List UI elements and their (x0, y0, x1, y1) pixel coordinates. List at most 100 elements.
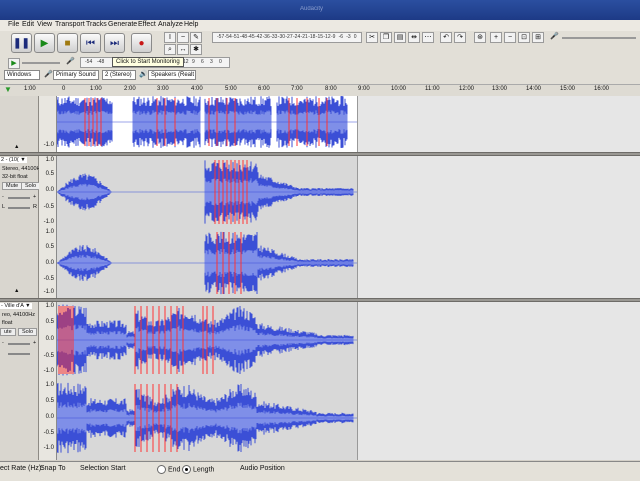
track2-solo-button[interactable]: Solo (21, 182, 41, 190)
track3-gain-slider[interactable] (8, 343, 30, 345)
track3-name-button[interactable]: - Ville d'A ▼ (0, 303, 32, 309)
trim-button[interactable]: ⇹ (408, 32, 420, 43)
timeshift-icon: ↔ (179, 46, 187, 53)
zoom-out-icon: − (507, 34, 513, 41)
ruler-tick: 4:00 (191, 86, 203, 92)
end-radio[interactable]: End (157, 465, 180, 474)
draw-tool[interactable]: ✎ (190, 32, 202, 43)
scale-label: 0.5 (45, 244, 54, 250)
track3-info-rate: reo, 44100Hz (2, 312, 36, 318)
multi-tool[interactable]: ✱ (190, 44, 202, 55)
snap-to-label: Snap To (40, 465, 66, 472)
meter-tick: -57 (217, 34, 225, 40)
menu-edit[interactable]: Edit (22, 21, 34, 28)
multi-tool-icon: ✱ (193, 46, 199, 53)
playback-meter[interactable]: -57 -54 -51 -48 -45 -42 -36 -33 -30 -27 -24 -21 -18-… (212, 32, 362, 43)
ruler-tick: 1:00 (24, 86, 36, 92)
stop-button[interactable]: ■ (57, 33, 78, 53)
collapse-arrow-icon[interactable]: ▲ (14, 288, 19, 294)
silence-button[interactable]: ⋯ (422, 32, 434, 43)
meter-tick: 6 (201, 59, 204, 65)
ruler-tick: 10:00 (391, 86, 407, 92)
redo-button[interactable]: ↷ (454, 32, 466, 43)
play-button[interactable]: ▶ (34, 33, 55, 53)
sync-lock-button[interactable]: ⊛ (474, 32, 486, 43)
trim-icon: ⇹ (411, 34, 417, 41)
track2-control-panel[interactable]: 2 - (10( ▼ Stereo, 44100Hz 32-bit float … (0, 156, 43, 298)
track1-empty[interactable] (357, 96, 640, 152)
track2-gain-plus: + (33, 194, 37, 200)
meter-tick: -27 (285, 34, 293, 40)
length-radio[interactable]: Length (182, 465, 214, 474)
scale-label: 1.0 (45, 229, 54, 235)
scale-label: -1.0 (43, 142, 54, 148)
track2-name-button[interactable]: 2 - (10( ▼ (0, 157, 27, 163)
collapse-arrow-icon[interactable]: ▲ (14, 144, 19, 150)
envelope-tool[interactable]: ~ (177, 32, 189, 43)
meter-tick: -6 (338, 34, 344, 40)
track3-solo-button[interactable]: Solo (18, 328, 38, 336)
menu-tracks[interactable]: Tracks (86, 21, 107, 28)
mic-icon: 🎤 (550, 33, 559, 40)
pause-button[interactable]: ❚❚ (11, 33, 32, 53)
menu-view[interactable]: View (37, 21, 52, 28)
cut-button[interactable]: ✂ (366, 32, 378, 43)
track3-pan-slider[interactable] (8, 353, 30, 355)
meter-tick: -21 (300, 34, 308, 40)
track2-info-format: 32-bit float (2, 174, 28, 180)
timeshift-tool[interactable]: ↔ (177, 44, 189, 55)
track-area[interactable]: ▲ -1.0 2 - (10( ▼ Stereo, 44100Hz 32-bit… (0, 96, 640, 460)
track1-control-panel[interactable]: ▲ (0, 96, 39, 152)
fit-project-icon: ⊞ (535, 34, 541, 41)
scale-label: -0.5 (43, 353, 54, 359)
output-device-select[interactable]: Speakers (Realt (148, 70, 196, 80)
track2-waveform[interactable] (57, 156, 357, 298)
fit-selection-button[interactable]: ⊡ (518, 32, 530, 43)
track2-mute-button[interactable]: Mute (2, 182, 23, 190)
end-label: End (168, 466, 181, 474)
meter-tick: -3 (346, 34, 351, 40)
menu-transport[interactable]: Transport (55, 21, 85, 28)
track3-mute-button[interactable]: ute (0, 328, 16, 336)
channels-select[interactable]: 2 (Stereo) (102, 70, 136, 80)
selection-tool[interactable]: I (164, 32, 176, 43)
meter-tick: -48 (239, 34, 248, 40)
menu-help[interactable]: Help (184, 21, 198, 28)
skip-end-icon: ⏭ (110, 37, 119, 49)
track2-empty[interactable] (357, 156, 640, 298)
zoom-icon: ⌕ (168, 46, 172, 53)
menu-generate[interactable]: Generate (108, 21, 137, 28)
copy-button[interactable]: ❐ (380, 32, 392, 43)
track2-gain-slider[interactable] (8, 197, 30, 199)
play-at-speed-button[interactable]: ▶ (8, 58, 20, 69)
skip-start-button[interactable]: ⏮ (80, 33, 101, 53)
meter-tick: -33 (270, 34, 278, 40)
track1-waveform[interactable] (57, 96, 357, 152)
input-device-select[interactable]: Primary Sound (53, 70, 99, 80)
meter-tick: -54 (85, 59, 93, 65)
zoom-out-button[interactable]: − (504, 32, 516, 43)
play-speed-slider[interactable] (22, 62, 60, 64)
meter-tick: -18 (308, 34, 316, 40)
audio-host-select[interactable]: Windows (4, 70, 40, 80)
menu-analyze[interactable]: Analyze (158, 21, 183, 28)
meter-tick: -36 (262, 34, 270, 40)
length-label: Length (193, 466, 215, 474)
track3-waveform[interactable] (57, 302, 357, 460)
record-button[interactable]: ● (131, 33, 152, 53)
track3-empty[interactable] (357, 302, 640, 460)
track2-pan-slider[interactable] (8, 207, 30, 209)
scale-label: -1.0 (43, 289, 54, 295)
zoom-tool[interactable]: ⌕ (164, 44, 176, 55)
zoom-in-button[interactable]: + (490, 32, 502, 43)
track3-control-panel[interactable]: - Ville d'A ▼ reo, 44100Hz float ute Sol… (0, 302, 39, 460)
fit-project-button[interactable]: ⊞ (532, 32, 544, 43)
recording-volume-slider[interactable] (562, 37, 636, 39)
paste-button[interactable]: ▤ (394, 32, 406, 43)
scale-label: -1.0 (43, 445, 54, 451)
menu-effect[interactable]: Effect (138, 21, 156, 28)
skip-end-button[interactable]: ⏭ (104, 33, 125, 53)
menu-file[interactable]: File (8, 21, 19, 28)
record-icon: ● (138, 37, 145, 49)
undo-button[interactable]: ↶ (440, 32, 452, 43)
